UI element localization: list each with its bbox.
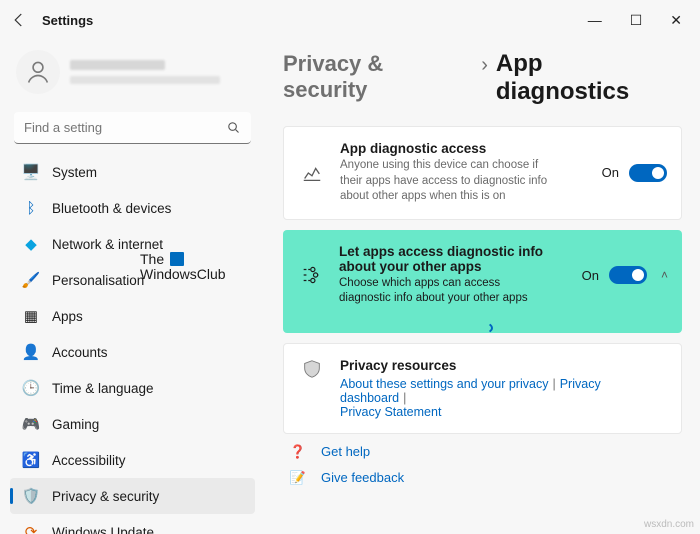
- feedback-icon: 📝: [289, 470, 307, 486]
- search-input[interactable]: [14, 112, 251, 144]
- list-toggle-icon: [297, 264, 325, 286]
- close-button[interactable]: ✕: [670, 13, 682, 27]
- page-title: App diagnostics: [496, 50, 682, 106]
- card-let-apps-access[interactable]: Let apps access diagnostic info about yo…: [283, 230, 682, 333]
- link-privacy-statement[interactable]: Privacy Statement: [340, 405, 441, 419]
- loading-spinner: [467, 321, 493, 335]
- wifi-icon: ◆: [22, 235, 40, 253]
- breadcrumb-parent[interactable]: Privacy & security: [283, 51, 473, 103]
- sidebar-item-label: Windows Update: [52, 525, 154, 534]
- titlebar: Settings — ☐ ✕: [0, 0, 700, 40]
- back-button[interactable]: [10, 11, 28, 29]
- window-title: Settings: [42, 13, 93, 28]
- minimize-button[interactable]: —: [588, 13, 602, 27]
- get-help-link[interactable]: ❓ Get help: [289, 444, 682, 460]
- sidebar-item-apps[interactable]: ▦ Apps: [10, 298, 255, 334]
- source-watermark: wsxdn.com: [644, 519, 694, 530]
- account-name: [70, 60, 165, 70]
- aux-label: Get help: [321, 444, 370, 459]
- clock-icon: 🕒: [22, 379, 40, 397]
- card-desc: Choose which apps can access diagnostic …: [339, 276, 529, 307]
- shield-icon: 🛡️: [22, 487, 40, 505]
- sidebar-item-label: Apps: [52, 309, 83, 324]
- update-icon: ⟳: [22, 523, 40, 534]
- toggle-let-apps-access[interactable]: [609, 266, 647, 284]
- breadcrumb: Privacy & security › App diagnostics: [283, 50, 682, 106]
- maximize-button[interactable]: ☐: [630, 13, 643, 27]
- bluetooth-icon: ᛒ: [22, 199, 40, 217]
- content: Privacy & security › App diagnostics App…: [265, 40, 700, 534]
- toggle-state: On: [582, 268, 599, 283]
- sidebar-item-label: Personalisation: [52, 273, 144, 288]
- accessibility-icon: ♿: [22, 451, 40, 469]
- sidebar-item-label: Accounts: [52, 345, 108, 360]
- card-title: Privacy resources: [340, 358, 667, 373]
- card-title: Let apps access diagnostic info about yo…: [339, 244, 568, 274]
- sidebar-item-label: Bluetooth & devices: [52, 201, 171, 216]
- nav-list: 🖥️ System ᛒ Bluetooth & devices ◆ Network &…: [10, 154, 255, 534]
- account-email: [70, 76, 220, 84]
- chevron-right-icon: ›: [481, 54, 488, 77]
- give-feedback-link[interactable]: 📝 Give feedback: [289, 470, 682, 486]
- sidebar-item-label: Network & internet: [52, 237, 163, 252]
- link-about-settings[interactable]: About these settings and your privacy: [340, 377, 548, 391]
- sidebar: 🖥️ System ᛒ Bluetooth & devices ◆ Network &…: [0, 40, 265, 534]
- sidebar-item-label: Privacy & security: [52, 489, 159, 504]
- toggle-app-diagnostic-access[interactable]: [629, 164, 667, 182]
- paint-icon: 🖌️: [22, 271, 40, 289]
- card-desc: Anyone using this device can choose if t…: [340, 158, 550, 205]
- avatar: [16, 50, 60, 94]
- chart-icon: [298, 162, 326, 184]
- help-icon: ❓: [289, 444, 307, 460]
- sidebar-item-label: System: [52, 165, 97, 180]
- gaming-icon: 🎮: [22, 415, 40, 433]
- sidebar-item-time-language[interactable]: 🕒 Time & language: [10, 370, 255, 406]
- sidebar-item-network[interactable]: ◆ Network & internet: [10, 226, 255, 262]
- chevron-up-icon[interactable]: ˄: [657, 268, 668, 282]
- sidebar-item-label: Gaming: [52, 417, 99, 432]
- sidebar-item-personalisation[interactable]: 🖌️ Personalisation: [10, 262, 255, 298]
- sidebar-item-system[interactable]: 🖥️ System: [10, 154, 255, 190]
- card-title: App diagnostic access: [340, 141, 588, 156]
- sidebar-item-bluetooth[interactable]: ᛒ Bluetooth & devices: [10, 190, 255, 226]
- sidebar-item-accounts[interactable]: 👤 Accounts: [10, 334, 255, 370]
- sidebar-item-label: Time & language: [52, 381, 154, 396]
- account-block[interactable]: [10, 46, 255, 106]
- sidebar-item-accessibility[interactable]: ♿ Accessibility: [10, 442, 255, 478]
- sidebar-item-privacy-security[interactable]: 🛡️ Privacy & security: [10, 478, 255, 514]
- person-icon: 👤: [22, 343, 40, 361]
- sidebar-item-gaming[interactable]: 🎮 Gaming: [10, 406, 255, 442]
- sidebar-item-windows-update[interactable]: ⟳ Windows Update: [10, 514, 255, 534]
- apps-icon: ▦: [22, 307, 40, 325]
- search-icon: [226, 120, 241, 140]
- shield-icon: [298, 358, 326, 380]
- sidebar-item-label: Accessibility: [52, 453, 126, 468]
- toggle-state: On: [602, 165, 619, 180]
- monitor-icon: 🖥️: [22, 163, 40, 181]
- card-app-diagnostic-access[interactable]: App diagnostic access Anyone using this …: [283, 126, 682, 220]
- aux-label: Give feedback: [321, 470, 404, 485]
- card-privacy-resources: Privacy resources About these settings a…: [283, 343, 682, 434]
